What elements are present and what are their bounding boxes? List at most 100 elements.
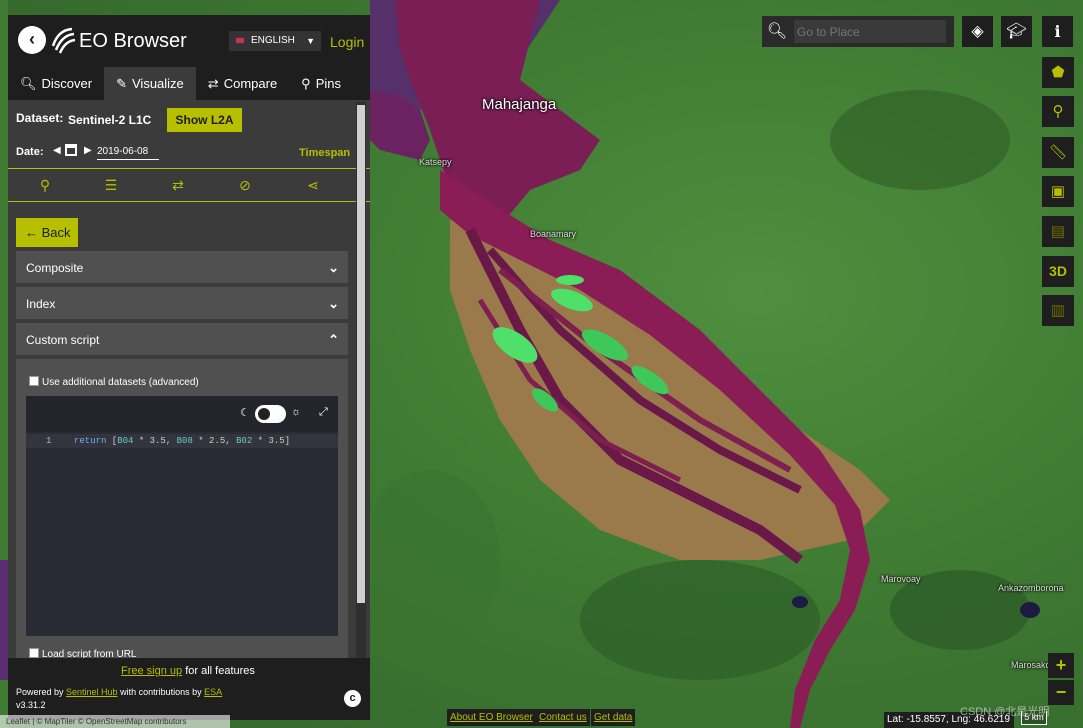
previous-date-icon[interactable]: ◀ <box>53 145 61 156</box>
dataset-value: Sentinel-2 L1C <box>68 113 152 127</box>
fullscreen-icon[interactable]: ⤢ <box>319 406 328 419</box>
compare-icon[interactable]: ⇄ <box>170 177 186 193</box>
chevron-up-icon: ⌃ <box>328 332 339 347</box>
zoom-out-button[interactable]: − <box>1048 680 1074 705</box>
tab-label: Visualize <box>132 76 184 91</box>
timelapse-film-icon[interactable]: ▤ <box>1042 216 1074 247</box>
language-label: ENGLISH <box>251 35 295 46</box>
layers-icon[interactable]: ◈ <box>962 16 993 47</box>
panel-header: ‹ EO Browser ENGLISH ▼ Login <box>8 15 370 67</box>
show-l2a-button[interactable]: Show L2A <box>167 108 242 132</box>
version-label: v3.31.2 <box>16 700 46 710</box>
code-editor[interactable]: ☾ ☼ ⤢ 1 return [B04 * 3.5, B08 * 2.5, B0… <box>26 396 338 636</box>
tab-pins[interactable]: ⚲ Pins <box>289 67 353 100</box>
map-label-marosakoa: Marosako <box>1011 660 1051 670</box>
search-icon: 🔍︎ <box>20 76 37 91</box>
watermark-text: CSDN @北是光明 <box>960 706 1050 718</box>
chevron-down-icon: ⌄ <box>328 296 339 311</box>
back-button[interactable]: ← Back <box>16 218 78 247</box>
app-title: EO Browser <box>79 30 187 52</box>
free-signup-link[interactable]: Free sign up <box>121 665 182 677</box>
code-text: * 3.5] <box>252 436 291 446</box>
login-link[interactable]: Login <box>330 34 364 50</box>
map-label-ankazomborona: Ankazomborona <box>998 583 1064 593</box>
pin-icon: ⚲ <box>301 76 311 91</box>
code-band: B04 <box>117 436 134 446</box>
uk-flag-icon <box>235 36 245 44</box>
back-label: Back <box>41 225 71 240</box>
layer-toolbar: ⚲ ☰ ⇄ ⊘ ⋖ <box>8 168 370 202</box>
tab-visualize[interactable]: ✎ Visualize <box>104 67 196 100</box>
esa-link[interactable]: ESA <box>204 687 222 697</box>
caret-down-icon: ▼ <box>306 36 315 46</box>
creative-commons-icon: c <box>344 690 361 707</box>
accordion-label: Custom script <box>26 333 100 347</box>
zoom-in-button[interactable]: + <box>1048 653 1074 678</box>
moon-icon: ☾ <box>240 407 250 419</box>
additional-datasets-checkbox[interactable] <box>29 376 39 386</box>
search-input[interactable] <box>794 20 946 43</box>
about-eo-browser-link[interactable]: About EO Browser <box>447 709 536 726</box>
search-icon[interactable]: 🔍︎ <box>762 16 792 47</box>
sidebar-panel: ‹ EO Browser ENGLISH ▼ Login 🔍︎ Discover … <box>8 15 370 720</box>
powered-by-text: Powered by Sentinel Hub with contributio… <box>16 687 222 697</box>
tab-discover[interactable]: 🔍︎ Discover <box>8 67 104 100</box>
accordion-index[interactable]: Index ⌄ <box>16 287 348 321</box>
date-label: Date: <box>16 146 44 158</box>
accordion-label: Composite <box>26 261 84 275</box>
statistics-chart-icon[interactable]: ▥ <box>1042 295 1074 326</box>
code-band: B08 <box>176 436 193 446</box>
get-data-link[interactable]: Get data <box>591 709 636 726</box>
code-text: * 3.5, <box>133 436 177 446</box>
theme-toggle[interactable] <box>255 405 286 423</box>
sun-icon: ☼ <box>291 406 302 418</box>
language-select[interactable]: ENGLISH ▼ <box>229 31 321 51</box>
load-url-checkbox[interactable] <box>29 648 39 658</box>
next-date-icon[interactable]: ▶ <box>84 145 92 156</box>
location-marker-icon[interactable]: ⚲ <box>1042 96 1074 127</box>
hide-icon[interactable]: ⊘ <box>237 177 253 193</box>
map-label-boanamary: Boanamary <box>530 229 577 239</box>
tab-compare[interactable]: ⇄ Compare <box>196 67 289 100</box>
share-icon[interactable]: ⋖ <box>305 177 321 193</box>
sentinel-hub-link[interactable]: Sentinel Hub <box>66 687 118 697</box>
date-input[interactable]: 2019-06-08 <box>97 146 159 160</box>
chevron-down-icon: ⌄ <box>328 260 339 275</box>
dataset-label: Dataset: <box>16 111 64 125</box>
brush-icon: ✎ <box>116 76 127 91</box>
polygon-draw-icon[interactable]: ⬟ <box>1042 57 1074 88</box>
tab-label: Compare <box>223 76 278 91</box>
code-text: * 2.5, <box>192 436 237 446</box>
timespan-link[interactable]: Timespan <box>299 147 350 159</box>
info-icon[interactable]: i <box>1042 16 1073 47</box>
sliders-icon[interactable]: ☰ <box>103 177 119 193</box>
compare-icon: ⇄ <box>207 76 219 91</box>
measure-ruler-icon[interactable]: 📏︎ <box>1042 137 1074 168</box>
dataset-row: Dataset: Sentinel-2 L1C Show L2A <box>8 100 370 136</box>
pin-icon[interactable]: ⚲ <box>37 177 53 193</box>
panel-footer: Free sign up for all features Powered by… <box>8 658 370 720</box>
date-row: Date: ◀ ▶ 2019-06-08 Timespan <box>8 136 370 168</box>
three-d-button[interactable]: 3D <box>1042 256 1074 287</box>
main-tabs: 🔍︎ Discover ✎ Visualize ⇄ Compare ⚲ Pins <box>8 67 370 100</box>
map-label-marovoay: Marovoay <box>881 574 921 584</box>
signup-text: Free sign up for all features <box>121 665 255 677</box>
scrollbar-thumb[interactable] <box>357 105 365 603</box>
accordion-label: Index <box>26 297 56 311</box>
map-attribution: Leaflet | © MapTiler © OpenStreetMap con… <box>0 715 230 728</box>
accordion-custom-script[interactable]: Custom script ⌃ <box>16 323 348 357</box>
place-search: 🔍︎ <box>762 16 954 47</box>
panel-scrollbar[interactable] <box>356 102 366 662</box>
arrow-left-icon: ← <box>25 225 42 240</box>
eo-browser-logo-icon <box>51 27 76 54</box>
additional-datasets-option[interactable]: Use additional datasets (advanced) <box>29 376 199 388</box>
script-code[interactable]: return [B04 * 3.5, B08 * 2.5, B02 * 3.5] <box>74 436 290 446</box>
accordion-composite[interactable]: Composite ⌄ <box>16 251 348 285</box>
education-mode-icon[interactable]: 🎓︎ <box>1001 16 1032 47</box>
line-number: 1 <box>46 436 52 446</box>
map-label-katsepy: Katsepy <box>419 157 452 167</box>
contact-us-link[interactable]: Contact us <box>536 709 590 726</box>
collapse-panel-button[interactable]: ‹ <box>18 26 46 54</box>
calendar-icon[interactable] <box>65 144 77 156</box>
image-download-icon[interactable]: ▣ <box>1042 176 1074 207</box>
